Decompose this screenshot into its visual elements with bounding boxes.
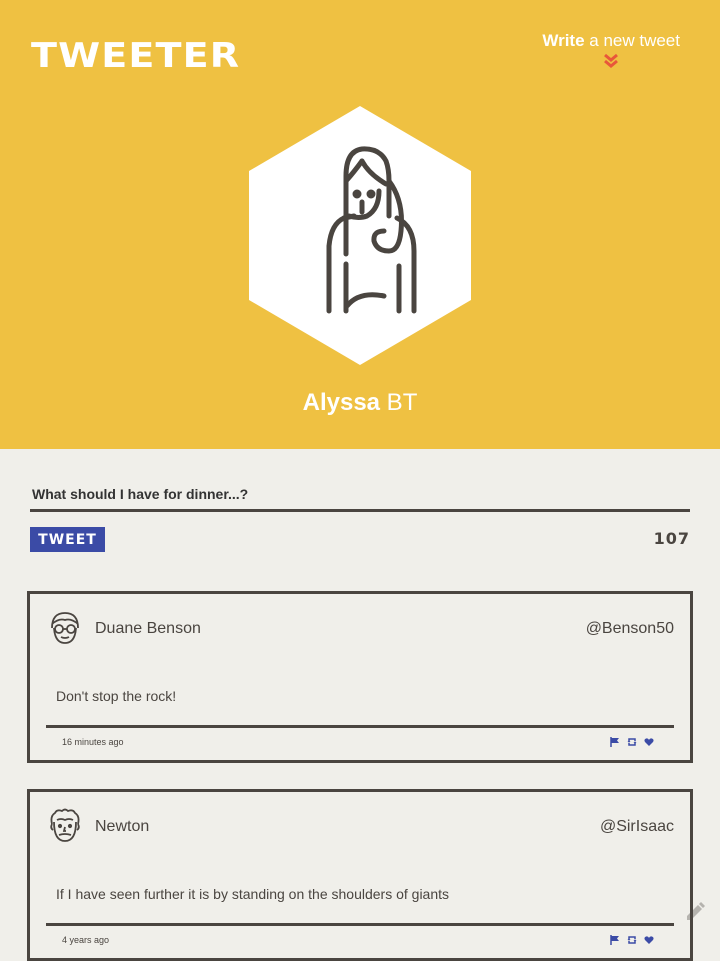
write-link-rest: a new tweet — [585, 31, 680, 50]
profile-last-name: BT — [380, 389, 417, 416]
double-chevron-down-icon[interactable] — [603, 53, 619, 69]
profile-header: TWEETER Write a new tweet Alyssa BT — [0, 0, 720, 449]
tweet-actions — [610, 734, 654, 744]
tweet-text: Don't stop the rock! — [56, 688, 176, 704]
write-new-tweet-link[interactable]: Write a new tweet — [542, 31, 680, 69]
tweet-author-handle[interactable]: @SirIsaac — [600, 818, 674, 836]
tweet-timestamp: 16 minutes ago — [62, 737, 124, 747]
tweet-divider — [46, 725, 674, 728]
write-link-strong: Write — [542, 31, 584, 50]
tweet-author-name: Newton — [95, 818, 149, 836]
flag-icon[interactable] — [610, 734, 620, 744]
character-count: 107 — [654, 529, 690, 548]
heart-icon[interactable] — [644, 734, 654, 744]
man-with-glasses-avatar-icon — [47, 610, 83, 646]
profile-first-name: Alyssa — [303, 389, 380, 416]
tweet-button[interactable]: TWEET — [30, 527, 105, 552]
pencil-icon[interactable] — [684, 901, 706, 923]
tweet-card: Duane Benson @Benson50 Don't stop the ro… — [27, 591, 693, 763]
tweet-timestamp: 4 years ago — [62, 935, 109, 945]
profile-name: Alyssa BT — [0, 389, 720, 417]
profile-avatar — [249, 106, 471, 365]
tweet-text: If I have seen further it is by standing… — [56, 886, 449, 902]
retweet-icon[interactable] — [627, 734, 637, 744]
tweet-compose-input[interactable] — [30, 478, 690, 512]
tweet-divider — [46, 923, 674, 926]
app-logo[interactable]: TWEETER — [31, 36, 240, 76]
man-curly-hair-avatar-icon — [47, 808, 83, 844]
tweet-author-handle[interactable]: @Benson50 — [586, 620, 674, 638]
tweet-author-name: Duane Benson — [95, 620, 201, 638]
tweet-card: Newton @SirIsaac If I have seen further … — [27, 789, 693, 961]
